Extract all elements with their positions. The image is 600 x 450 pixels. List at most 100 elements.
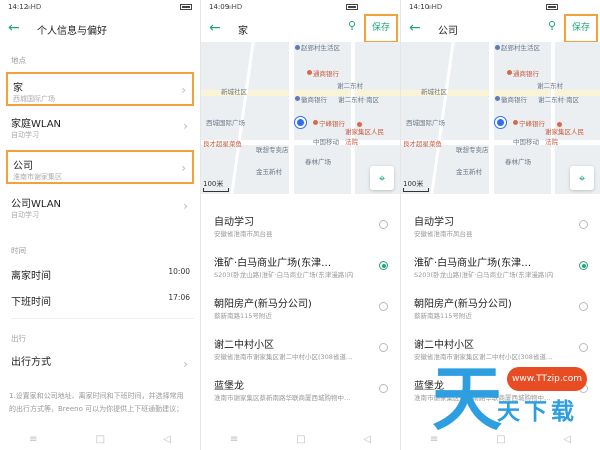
- map-poi: 谢二东村: [337, 82, 363, 90]
- system-nav-bar: ≡ □ ◁: [0, 428, 200, 450]
- place-item[interactable]: 蓝堡龙 淮南市谢家集区蔡新南路华联商厦西城购物中…: [214, 372, 392, 413]
- home-wlan-item[interactable]: 家庭WLAN 自动学习 ›: [6, 110, 194, 144]
- signal-icon: ᵢₗₗHD: [27, 3, 42, 11]
- place-name: 谢二中村小区: [414, 340, 474, 351]
- menu-icon[interactable]: ≡: [29, 434, 37, 445]
- page-title: 个人信息与偏好: [37, 26, 107, 37]
- back-arrow-icon[interactable]: ←: [409, 19, 427, 37]
- section-header-location: 地点: [11, 56, 26, 65]
- map-scale: 100米: [203, 180, 230, 192]
- travel-mode-label: 出行方式: [11, 357, 51, 368]
- radio-button[interactable]: [379, 343, 388, 352]
- map-view[interactable]: 赵郢村生活区 通商银行 谢二东村 新城社区 徽商银行 谢二东村·南区 西城国际广…: [401, 42, 600, 194]
- page-title: 公司: [438, 26, 458, 37]
- map-poi: 赵郢村生活区: [501, 44, 540, 52]
- home-picker-screen: 14:09 ᵢₗₗHD ← 家 ⚲ 保存 赵郢村生活区 通商银行 谢二东村 新城…: [200, 0, 400, 450]
- company-address: 淮南市谢家集区: [13, 173, 62, 181]
- home-icon[interactable]: □: [96, 434, 105, 445]
- radio-button-selected[interactable]: [379, 261, 388, 270]
- place-item[interactable]: 谢二中村小区 安徽省淮南市谢家集区谢二中村小区(308省道…: [214, 331, 392, 372]
- place-item[interactable]: 自动学习 安徽省淮南市凤台县: [414, 208, 592, 249]
- map-poi: 新城社区: [421, 88, 447, 96]
- place-address: 蔡新南路115号附近: [214, 312, 272, 320]
- map-poi: 春林广场: [305, 158, 331, 166]
- signal-icon: ᵢₗₗHD: [428, 3, 443, 11]
- map-poi: 金玉新村: [256, 168, 282, 176]
- place-name: 自动学习: [214, 217, 254, 228]
- signal-icon: ᵢₗₗHD: [228, 3, 243, 11]
- company-wlan-value: 自动学习: [11, 211, 39, 219]
- home-label: 家: [13, 83, 23, 94]
- preferences-screen: 14:12 ᵢₗₗHD ← 个人信息与偏好 地点 家 西城国际广场 › 家庭WL…: [0, 0, 200, 450]
- back-icon[interactable]: ◁: [363, 434, 371, 445]
- place-item[interactable]: 朝阳房产(新马分公司) 蔡新南路115号附近: [214, 290, 392, 331]
- map-poi: 徽商银行: [501, 96, 527, 104]
- map-poi: 春林广场: [505, 158, 531, 166]
- place-item[interactable]: 朝阳房产(新马分公司) 蔡新南路115号附近: [414, 290, 592, 331]
- current-location-marker: [495, 117, 506, 128]
- map-scale: 100米: [403, 180, 430, 192]
- radio-button[interactable]: [579, 220, 588, 229]
- map-poi: 西城国际广场: [406, 119, 445, 127]
- search-icon[interactable]: ⚲: [548, 19, 556, 32]
- back-arrow-icon[interactable]: ←: [209, 19, 227, 37]
- radio-button[interactable]: [579, 302, 588, 311]
- home-icon[interactable]: □: [296, 434, 305, 445]
- chevron-right-icon: ›: [183, 199, 188, 213]
- status-bar: 14:10 ᵢₗₗHD: [401, 0, 600, 14]
- leave-home-label: 离家时间: [11, 271, 51, 282]
- save-button[interactable]: 保存: [564, 14, 598, 43]
- back-icon[interactable]: ◁: [163, 434, 171, 445]
- place-name: 朝阳房产(新马分公司): [214, 299, 312, 310]
- map-poi: 徽商银行: [301, 96, 327, 104]
- back-arrow-icon[interactable]: ←: [8, 19, 26, 37]
- map-poi: 中国移动: [513, 138, 539, 146]
- travel-mode-item[interactable]: 出行方式 ›: [6, 348, 194, 382]
- map-poi: 西城国际广场: [206, 119, 245, 127]
- map-poi: 联想专卖店: [256, 146, 289, 154]
- map-poi: 谢家集区人民法院: [545, 128, 584, 146]
- map-poi: 中国移动: [313, 138, 339, 146]
- save-button[interactable]: 保存: [364, 14, 398, 43]
- place-item[interactable]: 淮矿·白马商业广场(东津… S203(卧龙山路)淮矿·白马商业广场(东津漫路)内: [214, 249, 392, 290]
- locate-button[interactable]: ⌖: [370, 166, 394, 190]
- map-poi: 宁峰银行: [319, 120, 345, 128]
- app-bar: ← 个人信息与偏好: [0, 16, 200, 42]
- radio-button[interactable]: [379, 302, 388, 311]
- company-wlan-label: 公司WLAN: [11, 199, 62, 210]
- map-view[interactable]: 赵郢村生活区 通商银行 谢二东村 新城社区 徽商银行 谢二东村·南区 西城国际广…: [201, 42, 400, 194]
- off-work-time-item[interactable]: 下班时间 17:06: [6, 288, 194, 322]
- company-wlan-item[interactable]: 公司WLAN 自动学习 ›: [6, 190, 194, 224]
- map-poi: 谢二东村·南区: [338, 96, 380, 104]
- map-poi: 谢家集区人民法院: [345, 128, 384, 146]
- place-address: 淮南市谢家集区蔡新南路华联商厦西城购物中…: [214, 394, 351, 402]
- footnote-text: 1.设置家和公司地址、离家时间和下班时间，并选择常用的出行方式等，Breeno …: [9, 392, 184, 413]
- menu-icon[interactable]: ≡: [230, 434, 238, 445]
- radio-button[interactable]: [579, 343, 588, 352]
- place-name: 淮矿·白马商业广场(东津…: [414, 258, 532, 269]
- company-label: 公司: [13, 161, 33, 172]
- map-poi: 赵郢村生活区: [301, 44, 340, 52]
- back-icon[interactable]: ◁: [563, 434, 571, 445]
- map-poi: 良才超星菜鱼: [203, 140, 242, 148]
- place-address: S203(卧龙山路)淮矿·白马商业广场(东津漫路)内: [414, 271, 554, 279]
- radio-button[interactable]: [379, 384, 388, 393]
- place-name: 自动学习: [414, 217, 454, 228]
- place-address: 安徽省淮南市谢家集区谢二中村小区(308省道…: [214, 353, 353, 361]
- place-item[interactable]: 自动学习 安徽省淮南市凤台县: [214, 208, 392, 249]
- locate-button[interactable]: ⌖: [570, 166, 594, 190]
- map-poi: 宁峰银行: [519, 120, 545, 128]
- section-header-travel: 出行: [11, 334, 26, 343]
- company-location-item[interactable]: 公司 淮南市谢家集区 ›: [6, 150, 194, 184]
- search-icon[interactable]: ⚲: [348, 19, 356, 32]
- map-poi: 金玉新村: [456, 168, 482, 176]
- radio-button-selected[interactable]: [579, 261, 588, 270]
- watermark-logo: 天: [432, 357, 502, 440]
- chevron-right-icon: ›: [183, 119, 188, 133]
- status-time: 14:10: [409, 3, 430, 11]
- home-location-item[interactable]: 家 西城国际广场 ›: [6, 72, 194, 106]
- place-item[interactable]: 淮矿·白马商业广场(东津… S203(卧龙山路)淮矿·白马商业广场(东津漫路)内: [414, 249, 592, 290]
- divider: [11, 318, 194, 319]
- place-name: 朝阳房产(新马分公司): [414, 299, 512, 310]
- radio-button[interactable]: [379, 220, 388, 229]
